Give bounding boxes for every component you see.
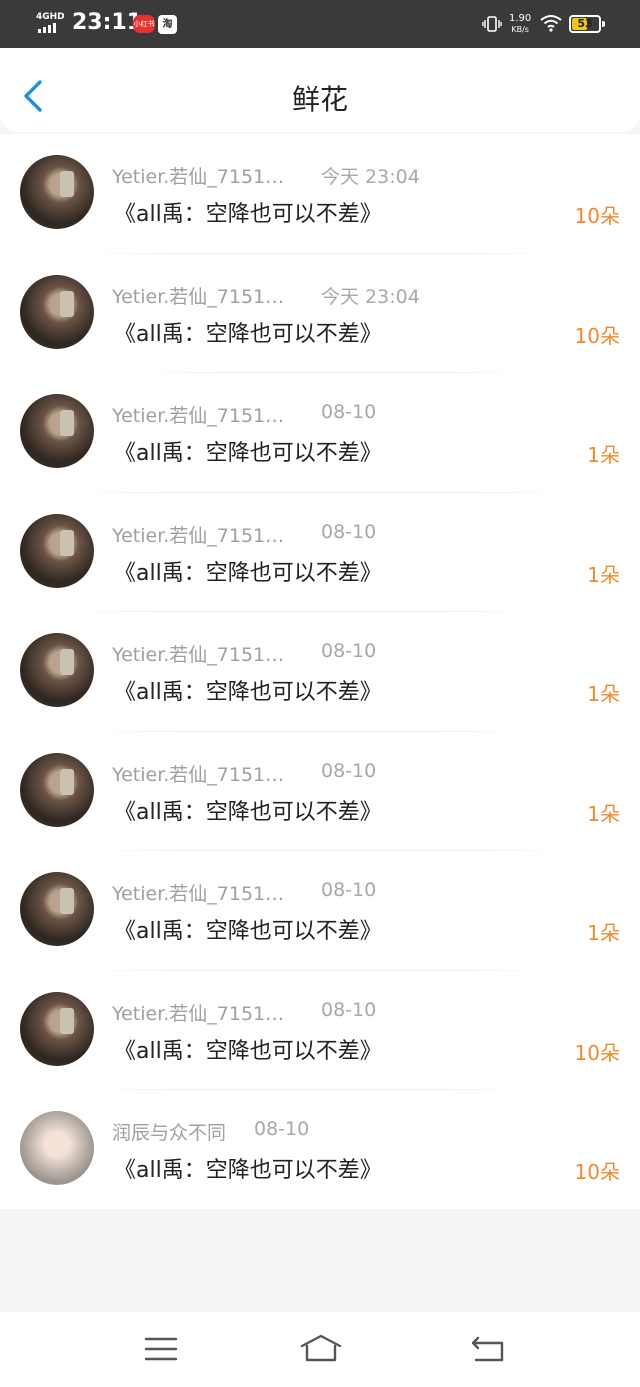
timestamp: 今天 23:04 — [321, 285, 420, 308]
timestamp: 08-10 — [321, 879, 377, 901]
flower-record-list: Yetier.若仙_7151… 今天 23:04 《all禹：空降也可以不差》 10朵… — [0, 134, 640, 1209]
flower-count: 1朵 — [587, 562, 620, 587]
list-item[interactable]: Yetier.若仙_7151… 今天 23:04 《all禹：空降也可以不差》 10朵 — [0, 254, 640, 373]
book-title: 《all禹：空降也可以不差》 — [114, 680, 382, 705]
flower-count: 10朵 — [574, 1040, 620, 1065]
timestamp: 08-10 — [321, 401, 377, 423]
list-item[interactable]: Yetier.若仙_7151… 08-10 《all禹：空降也可以不差》 1朵 — [0, 851, 640, 971]
book-title: 《all禹：空降也可以不差》 — [114, 441, 382, 466]
list-item[interactable]: 润辰与众不同 08-10 《all禹：空降也可以不差》 10朵 — [0, 1090, 640, 1210]
avatar[interactable] — [20, 274, 94, 349]
user-name[interactable]: Yetier.若仙_7151… — [112, 999, 284, 1026]
avatar[interactable] — [20, 752, 94, 827]
list-item[interactable]: Yetier.若仙_7151… 08-10 《all禹：空降也可以不差》 1朵 — [0, 493, 640, 612]
user-name[interactable]: Yetier.若仙_7151… — [112, 401, 284, 428]
list-item[interactable]: Yetier.若仙_7151… 今天 23:04 《all禹：空降也可以不差》 10朵 — [0, 134, 640, 254]
list-item[interactable]: Yetier.若仙_7151… 08-10 《all禹：空降也可以不差》 1朵 — [0, 373, 640, 493]
flower-count: 1朵 — [587, 443, 620, 467]
timestamp: 08-10 — [321, 998, 377, 1021]
network-speed: 1.90 KB/s — [509, 13, 532, 34]
book-title: 《all禹：空降也可以不差》 — [114, 321, 382, 347]
user-name[interactable]: Yetier.若仙_7151… — [112, 282, 284, 309]
flower-count: 10朵 — [574, 1160, 620, 1184]
book-title: 《all禹：空降也可以不差》 — [114, 560, 382, 586]
avatar[interactable] — [20, 394, 94, 468]
flower-count: 10朵 — [574, 204, 620, 228]
flower-count: 1朵 — [587, 801, 620, 826]
wifi-icon — [540, 15, 562, 32]
status-bar: 4GHD 23:11 小红书 淘 1.90 KB/s 53 — [0, 0, 640, 48]
list-item[interactable]: Yetier.若仙_7151… 08-10 《all禹：空降也可以不差》 1朵 — [0, 612, 640, 732]
timestamp: 08-10 — [254, 1118, 310, 1140]
timestamp: 08-10 — [321, 759, 377, 782]
page-title: 鲜花 — [291, 83, 348, 116]
user-name[interactable]: 润辰与众不同 — [112, 1118, 226, 1145]
notification-app-icon: 淘 — [158, 15, 177, 34]
signal-icon — [38, 23, 56, 33]
home-icon[interactable] — [300, 1334, 342, 1364]
avatar[interactable] — [20, 991, 94, 1066]
system-nav-bar — [0, 1312, 640, 1387]
menu-icon[interactable] — [143, 1334, 179, 1364]
clock: 23:11 — [72, 10, 143, 35]
book-title: 《all禹：空降也可以不差》 — [114, 1158, 382, 1183]
flower-count: 1朵 — [587, 921, 620, 945]
list-item[interactable]: Yetier.若仙_7151… 08-10 《all禹：空降也可以不差》 1朵 — [0, 732, 640, 851]
page-header: 鲜花 — [0, 48, 640, 132]
vibrate-icon — [482, 16, 502, 32]
book-title: 《all禹：空降也可以不差》 — [114, 202, 382, 227]
book-title: 《all禹：空降也可以不差》 — [114, 799, 382, 825]
avatar[interactable] — [20, 513, 94, 588]
timestamp: 08-10 — [321, 520, 377, 543]
avatar[interactable] — [20, 872, 94, 946]
user-name[interactable]: Yetier.若仙_7151… — [112, 521, 284, 548]
user-name[interactable]: Yetier.若仙_7151… — [112, 760, 284, 787]
book-title: 《all禹：空降也可以不差》 — [114, 919, 382, 944]
list-item[interactable]: Yetier.若仙_7151… 08-10 《all禹：空降也可以不差》 10朵 — [0, 971, 640, 1090]
timestamp: 08-10 — [321, 640, 377, 662]
avatar[interactable] — [20, 155, 94, 229]
book-title: 《all禹：空降也可以不差》 — [114, 1038, 382, 1064]
user-name[interactable]: Yetier.若仙_7151… — [112, 879, 284, 906]
battery-icon: 53 — [569, 15, 605, 33]
avatar[interactable] — [20, 633, 94, 707]
avatar[interactable] — [20, 1111, 94, 1185]
notification-app-icon: 小红书 — [133, 15, 155, 33]
user-name[interactable]: Yetier.若仙_7151… — [112, 640, 284, 667]
flower-count: 10朵 — [574, 323, 620, 348]
timestamp: 今天 23:04 — [321, 166, 420, 188]
network-type: 4GHD — [36, 12, 65, 22]
user-name[interactable]: Yetier.若仙_7151… — [112, 162, 284, 189]
return-icon[interactable] — [470, 1334, 506, 1364]
flower-count: 1朵 — [587, 682, 620, 706]
